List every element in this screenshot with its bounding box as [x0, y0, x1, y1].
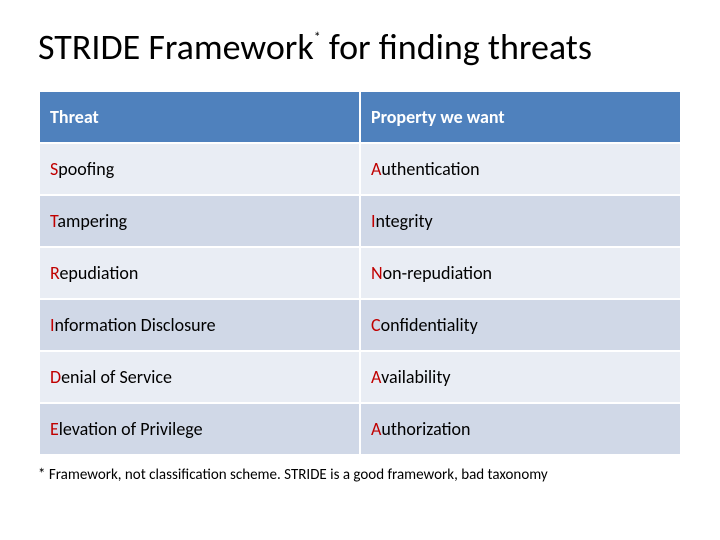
- cell-threat: Tampering: [39, 195, 360, 247]
- cell-threat: Repudiation: [39, 247, 360, 299]
- cell-property: Availability: [360, 351, 681, 403]
- cell-property: Authorization: [360, 403, 681, 455]
- cell-property: Integrity: [360, 195, 681, 247]
- header-threat: Threat: [39, 91, 360, 143]
- slide: STRIDE Framework* for finding threats Th…: [0, 0, 720, 540]
- table-row: Denial of Service Availability: [39, 351, 681, 403]
- footnote: * Framework, not classification scheme. …: [38, 466, 682, 484]
- cell-threat: Information Disclosure: [39, 299, 360, 351]
- title-asterisk: *: [314, 29, 321, 46]
- header-property: Property we want: [360, 91, 681, 143]
- table-row: Repudiation Non-repudiation: [39, 247, 681, 299]
- table-header-row: Threat Property we want: [39, 91, 681, 143]
- cell-property: Non-repudiation: [360, 247, 681, 299]
- stride-table: Threat Property we want Spoofing Authent…: [38, 90, 682, 456]
- page-title: STRIDE Framework* for finding threats: [38, 28, 682, 68]
- title-part-b: for finding threats: [321, 25, 592, 69]
- table-row: Tampering Integrity: [39, 195, 681, 247]
- cell-property: Authentication: [360, 143, 681, 195]
- title-part-a: STRIDE Framework: [38, 25, 314, 69]
- cell-threat: Elevation of Privilege: [39, 403, 360, 455]
- cell-threat: Denial of Service: [39, 351, 360, 403]
- cell-threat: Spoofing: [39, 143, 360, 195]
- table-row: Spoofing Authentication: [39, 143, 681, 195]
- table-row: Information Disclosure Confidentiality: [39, 299, 681, 351]
- table-row: Elevation of Privilege Authorization: [39, 403, 681, 455]
- cell-property: Confidentiality: [360, 299, 681, 351]
